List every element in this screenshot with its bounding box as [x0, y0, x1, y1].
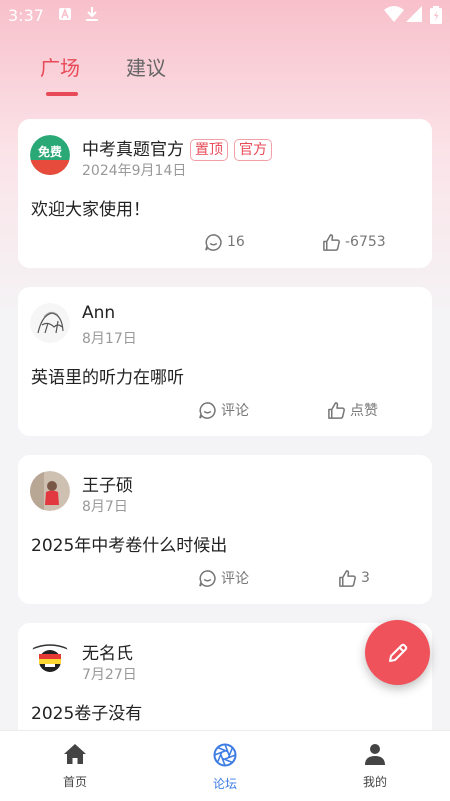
pinned-badge: 置顶: [190, 139, 228, 161]
author-name: 中考真题官方 置顶 官方: [82, 135, 272, 161]
avatar[interactable]: [30, 639, 70, 679]
like-button[interactable]: 3: [338, 567, 370, 589]
bottom-navigation: 首页 论坛 我的: [0, 730, 450, 801]
like-count: -6753: [345, 234, 386, 250]
post-card[interactable]: Ann 8月17日 英语里的听力在哪听 评论 点赞: [18, 287, 432, 436]
comment-icon: [205, 233, 222, 251]
post-date: 8月17日: [82, 331, 137, 347]
battery-icon: [430, 6, 442, 28]
avatar[interactable]: [30, 471, 70, 511]
tab-suggestions[interactable]: 建议: [126, 52, 166, 81]
post-date: 2024年9月14日: [82, 163, 187, 179]
wifi-icon: [384, 6, 404, 26]
home-icon: [64, 744, 86, 764]
person-icon: [365, 744, 385, 765]
comment-label: 评论: [221, 571, 249, 587]
avatar[interactable]: 免费: [30, 135, 70, 175]
post-content: 英语里的听力在哪听: [31, 368, 184, 388]
tab-square[interactable]: 广场: [40, 52, 80, 81]
post-content: 2025卷子没有: [31, 704, 143, 724]
nav-profile-label: 我的: [362, 775, 387, 789]
comment-icon: [199, 401, 216, 419]
thumbs-up-icon: [339, 569, 356, 587]
svg-text:免费: 免费: [38, 144, 62, 159]
nav-forum[interactable]: 论坛: [185, 743, 265, 792]
nav-forum-label: 论坛: [212, 777, 237, 791]
author-name: Ann: [82, 303, 116, 323]
avatar[interactable]: [30, 303, 70, 343]
new-post-button[interactable]: [365, 620, 430, 685]
comment-button[interactable]: 16: [204, 231, 245, 253]
author-name: 无名氏: [82, 644, 133, 664]
download-icon: [85, 6, 99, 26]
like-button[interactable]: -6753: [322, 231, 386, 253]
post-card[interactable]: 免费 中考真题官方 置顶 官方 2024年9月14日 欢迎大家使用！ 16 -675…: [18, 119, 432, 268]
status-time: 3:37: [8, 6, 44, 25]
author-label: 中考真题官方: [82, 140, 184, 160]
comment-label: 评论: [221, 403, 249, 419]
post-card[interactable]: 王子硕 8月7日 2025年中考卷什么时候出 评论 3: [18, 455, 432, 604]
comment-icon: [199, 569, 216, 587]
author-name: 王子硕: [82, 476, 133, 496]
thumbs-up-icon: [328, 401, 345, 419]
post-date: 7月27日: [82, 667, 137, 683]
post-content: 2025年中考卷什么时候出: [31, 536, 228, 556]
post-date: 8月7日: [82, 499, 128, 515]
notification-a-icon: [58, 6, 72, 25]
pencil-icon: [388, 643, 407, 662]
official-badge: 官方: [234, 139, 272, 161]
like-button[interactable]: 点赞: [327, 399, 378, 421]
active-tab-indicator: [46, 92, 78, 96]
nav-profile[interactable]: 我的: [335, 743, 415, 790]
like-label: 点赞: [350, 403, 378, 419]
like-count: 3: [361, 570, 370, 586]
thumbs-up-icon: [323, 233, 340, 251]
post-content: 欢迎大家使用！: [31, 200, 150, 220]
comment-count: 16: [227, 234, 245, 250]
nav-home-label: 首页: [62, 775, 87, 789]
nav-home[interactable]: 首页: [35, 743, 115, 790]
aperture-icon: [213, 743, 237, 767]
comment-button[interactable]: 评论: [198, 567, 249, 589]
signal-icon: [406, 6, 422, 26]
comment-button[interactable]: 评论: [198, 399, 249, 421]
status-bar: 3:37: [0, 0, 450, 30]
